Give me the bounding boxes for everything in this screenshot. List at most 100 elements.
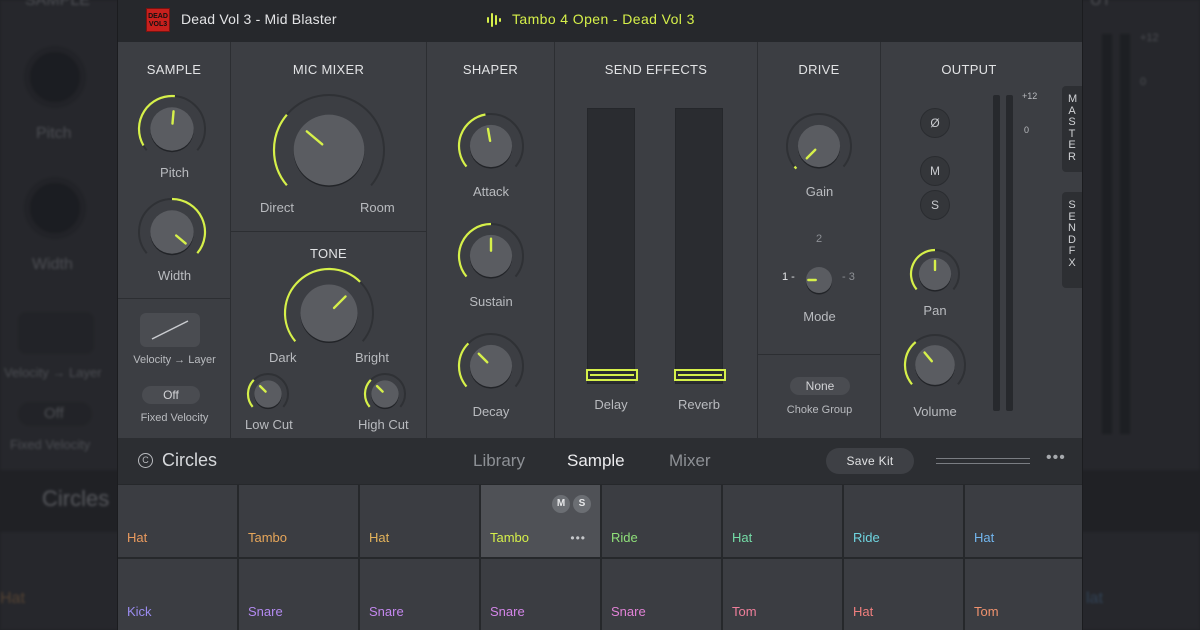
kit-level-meter <box>936 458 1030 464</box>
sample-name[interactable]: Tambo 4 Open - Dead Vol 3 <box>512 11 695 27</box>
drum-pad[interactable]: Kick <box>118 559 237 630</box>
sustain-knob[interactable] <box>457 222 525 290</box>
plugin-window: DEAD VOL3 Dead Vol 3 - Mid Blaster Tambo… <box>118 0 1082 630</box>
reverb-fader[interactable] <box>674 108 726 384</box>
output-panel: OUTPUT Ø M S Pan Volume +12 0 <box>881 42 1062 438</box>
delay-fader[interactable] <box>586 108 638 384</box>
send-effects-title: SEND EFFECTS <box>604 62 708 77</box>
decay-label: Decay <box>472 404 510 419</box>
decay-knob[interactable] <box>457 332 525 400</box>
attack-label: Attack <box>472 184 510 199</box>
pan-knob[interactable] <box>909 248 961 300</box>
phase-invert-button[interactable]: Ø <box>920 108 950 138</box>
width-label: Width <box>157 268 192 283</box>
master-tab[interactable]: MASTER <box>1062 86 1082 172</box>
drum-pad[interactable]: Snare <box>360 559 479 630</box>
volume-label: Volume <box>913 404 957 419</box>
choke-group-select[interactable]: None <box>790 377 850 395</box>
mode-2-label: 2 <box>816 233 823 245</box>
pad-label: Snare <box>369 604 404 619</box>
reverb-fader-handle[interactable] <box>674 369 726 381</box>
velocity-layer-button[interactable] <box>140 313 200 347</box>
tone-title: TONE <box>309 246 348 261</box>
drum-pad[interactable]: Ride <box>844 485 963 557</box>
kit-circle-icon[interactable]: C <box>138 453 153 468</box>
volume-knob[interactable] <box>903 333 967 397</box>
low-cut-label: Low Cut <box>245 417 293 432</box>
drum-pad[interactable]: Tambo M S ••• <box>481 485 600 557</box>
more-options-icon[interactable]: ••• <box>1046 449 1066 467</box>
direct-label: Direct <box>260 200 294 215</box>
mode-knob[interactable] <box>798 259 840 301</box>
pad-label: Hat <box>369 530 390 545</box>
pad-label: Hat <box>974 530 995 545</box>
mode-label: Mode <box>803 309 836 324</box>
pad-solo-button[interactable]: S <box>573 495 591 513</box>
pad-mute-button[interactable]: M <box>552 495 570 513</box>
mute-button[interactable]: M <box>920 156 950 186</box>
drive-divider <box>758 354 881 355</box>
drum-pad[interactable]: Hat <box>723 485 842 557</box>
pad-label: Snare <box>490 604 525 619</box>
width-knob[interactable] <box>137 197 207 267</box>
kit-title[interactable]: Circles <box>162 450 217 471</box>
drum-pad[interactable]: Tom <box>723 559 842 630</box>
shaper-panel: SHAPER Attack Sustain Decay <box>427 42 555 438</box>
title-bar: DEAD VOL3 Dead Vol 3 - Mid Blaster Tambo… <box>118 0 1082 42</box>
high-cut-knob[interactable] <box>363 372 407 416</box>
sample-title: SAMPLE <box>146 62 202 77</box>
drum-pad[interactable]: Hat <box>844 559 963 630</box>
drive-panel: DRIVE Gain 2 1 - - 3 Mode None Choke Gro… <box>758 42 881 438</box>
pad-label: Hat <box>127 530 148 545</box>
velocity-layer-label: Velocity → Layer <box>133 354 216 366</box>
output-meter-left <box>993 95 1000 411</box>
drum-pad[interactable]: Ride <box>602 485 721 557</box>
sustain-label: Sustain <box>469 294 513 309</box>
drum-pad[interactable]: Tom <box>965 559 1082 630</box>
send-fx-tab-label: SEND FX <box>1068 199 1080 269</box>
bottom-bar: C Circles Library Sample Mixer Save Kit … <box>118 438 1082 484</box>
attack-knob[interactable] <box>457 112 525 180</box>
mic-mix-knob[interactable] <box>272 93 386 207</box>
fixed-velocity-toggle[interactable]: Off <box>142 386 200 404</box>
pad-label: Tambo <box>490 530 530 545</box>
pad-label: Snare <box>611 604 646 619</box>
output-meter-right <box>1006 95 1013 411</box>
drum-pad[interactable]: Tambo <box>239 485 358 557</box>
room-label: Room <box>360 200 395 215</box>
drum-pad[interactable]: Hat <box>965 485 1082 557</box>
kit-name[interactable]: Dead Vol 3 - Mid Blaster <box>181 11 337 27</box>
sample-divider <box>118 298 231 299</box>
pad-grid: Hat Tambo Hat Tambo M S ••• Ride Hat Ride Hat Kick S… <box>118 484 1082 630</box>
tab-sample[interactable]: Sample <box>567 451 625 471</box>
tab-library[interactable]: Library <box>473 451 525 471</box>
pad-more-icon[interactable]: ••• <box>570 531 586 545</box>
gain-label: Gain <box>805 184 834 199</box>
pad-label: Snare <box>248 604 283 619</box>
drum-pad[interactable]: Hat <box>118 485 237 557</box>
send-fx-tab[interactable]: SEND FX <box>1062 192 1082 288</box>
meter-zero-label: 0 <box>1024 125 1030 135</box>
drum-pad[interactable]: Hat <box>360 485 479 557</box>
pad-label: Ride <box>611 530 638 545</box>
tab-mixer[interactable]: Mixer <box>669 451 711 471</box>
gain-knob[interactable] <box>785 112 853 180</box>
velocity-curve-icon <box>151 320 189 340</box>
choke-group-label: Choke Group <box>786 404 853 416</box>
reverb-label: Reverb <box>678 397 720 412</box>
master-tab-label: MASTER <box>1068 93 1078 163</box>
solo-button[interactable]: S <box>920 190 950 220</box>
kit-logo[interactable]: DEAD VOL3 <box>146 8 170 32</box>
delay-fader-handle[interactable] <box>586 369 638 381</box>
drum-pad[interactable]: Snare <box>602 559 721 630</box>
drum-pad[interactable]: Snare <box>239 559 358 630</box>
fixed-velocity-label: Fixed Velocity <box>140 412 209 424</box>
pitch-label: Pitch <box>160 165 189 180</box>
mode-3-label: - 3 <box>842 271 855 283</box>
drum-pad[interactable]: Snare <box>481 559 600 630</box>
pad-label: Tom <box>732 604 757 619</box>
low-cut-knob[interactable] <box>246 372 290 416</box>
pitch-knob[interactable] <box>137 94 207 164</box>
tone-knob[interactable] <box>283 267 375 359</box>
save-kit-button[interactable]: Save Kit <box>826 448 914 474</box>
